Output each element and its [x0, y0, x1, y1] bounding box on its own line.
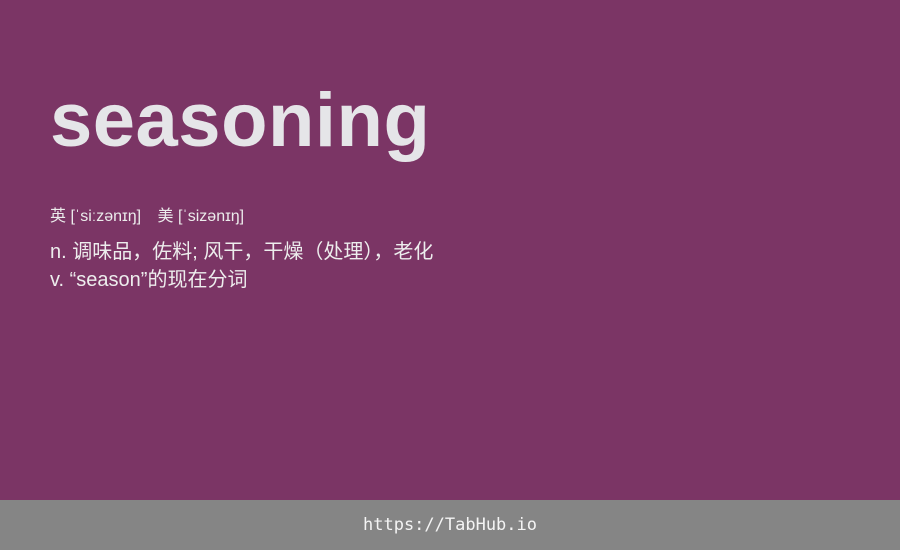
tabhub-link[interactable]: https://TabHub.io [363, 515, 537, 535]
footer-bar: https://TabHub.io [0, 500, 900, 550]
uk-pronunciation: 英 [ˈsiːzənɪŋ] [50, 208, 142, 225]
dictionary-new-tab-page: seasoning 英 [ˈsiːzənɪŋ] 美 [ˈsizənɪŋ] n. … [0, 0, 900, 550]
us-pronunciation: 美 [ˈsizənɪŋ] [157, 208, 245, 225]
definition-noun: n. 调味品，佐料; 风干，干燥（处理），老化 [50, 241, 434, 263]
word-entry: seasoning 英 [ˈsiːzənɪŋ] 美 [ˈsizənɪŋ] n. … [50, 78, 850, 294]
headword: seasoning [50, 78, 431, 163]
pronunciations: 英 [ˈsiːzənɪŋ] 美 [ˈsizənɪŋ] [50, 206, 850, 228]
definitions: n. 调味品，佐料; 风干，干燥（处理），老化 v. “season”的现在分词 [50, 238, 850, 294]
definition-verb: v. “season”的现在分词 [50, 269, 248, 291]
